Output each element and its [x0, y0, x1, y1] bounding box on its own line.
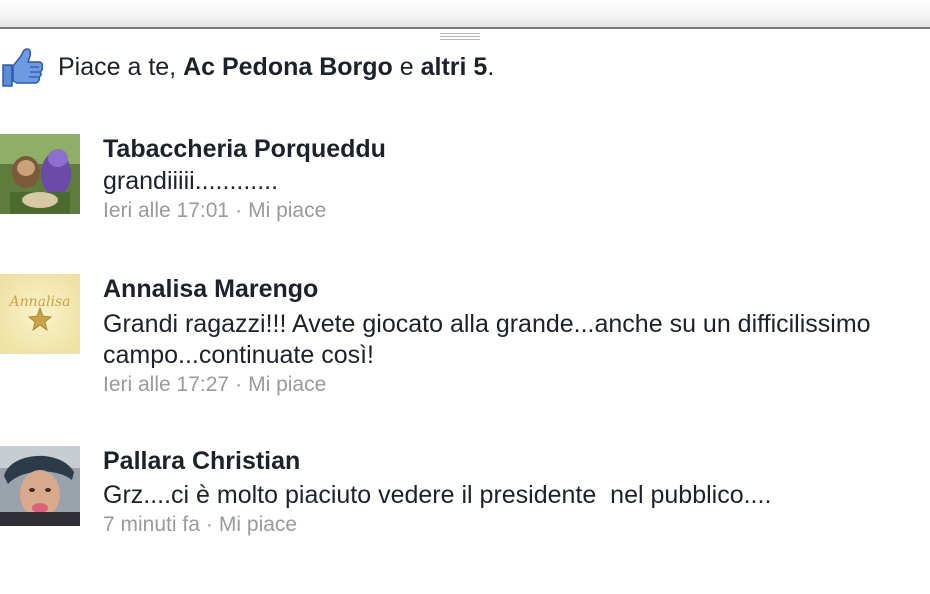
liker-name[interactable]: Ac Pedona Borgo	[183, 53, 393, 81]
comment-meta: Ieri alle 17:01 · Mi piace	[103, 199, 327, 222]
comment-time[interactable]: Ieri alle 17:01	[103, 199, 229, 222]
comment-author[interactable]: Annalisa Marengo	[103, 274, 913, 304]
comment-author[interactable]: Pallara Christian	[103, 446, 913, 476]
comment-time[interactable]: 7 minuti fa	[103, 513, 200, 536]
drag-handle[interactable]	[440, 33, 480, 43]
avatar[interactable]: Annalisa	[0, 274, 80, 354]
comment-text: Grz....ci è molto piaciuto vedere il pre…	[103, 481, 772, 509]
like-link[interactable]: Mi piace	[248, 373, 326, 396]
like-link[interactable]: Mi piace	[248, 199, 326, 222]
thumbs-up-icon	[2, 48, 44, 87]
avatar[interactable]	[0, 446, 80, 526]
like-link[interactable]: Mi piace	[219, 513, 297, 536]
avatar[interactable]	[0, 134, 80, 214]
top-toolbar	[0, 0, 930, 29]
likes-text: Piace a te, Ac Pedona Borgo e altri 5.	[58, 52, 495, 81]
comment-text: grandiiiii............	[103, 167, 279, 195]
others-link[interactable]: altri 5	[421, 53, 488, 81]
comment-meta: Ieri alle 17:27 · Mi piace	[103, 373, 327, 396]
comment-time[interactable]: Ieri alle 17:27	[103, 373, 229, 396]
comment-text: Grandi ragazzi!!! Avete giocato alla gra…	[103, 310, 871, 369]
comment-meta: 7 minuti fa · Mi piace	[103, 513, 298, 536]
likes-summary[interactable]: Piace a te, Ac Pedona Borgo e altri 5.	[0, 47, 494, 87]
svg-text:Annalisa: Annalisa	[8, 294, 71, 310]
comment-author[interactable]: Tabaccheria Porqueddu	[103, 134, 913, 164]
